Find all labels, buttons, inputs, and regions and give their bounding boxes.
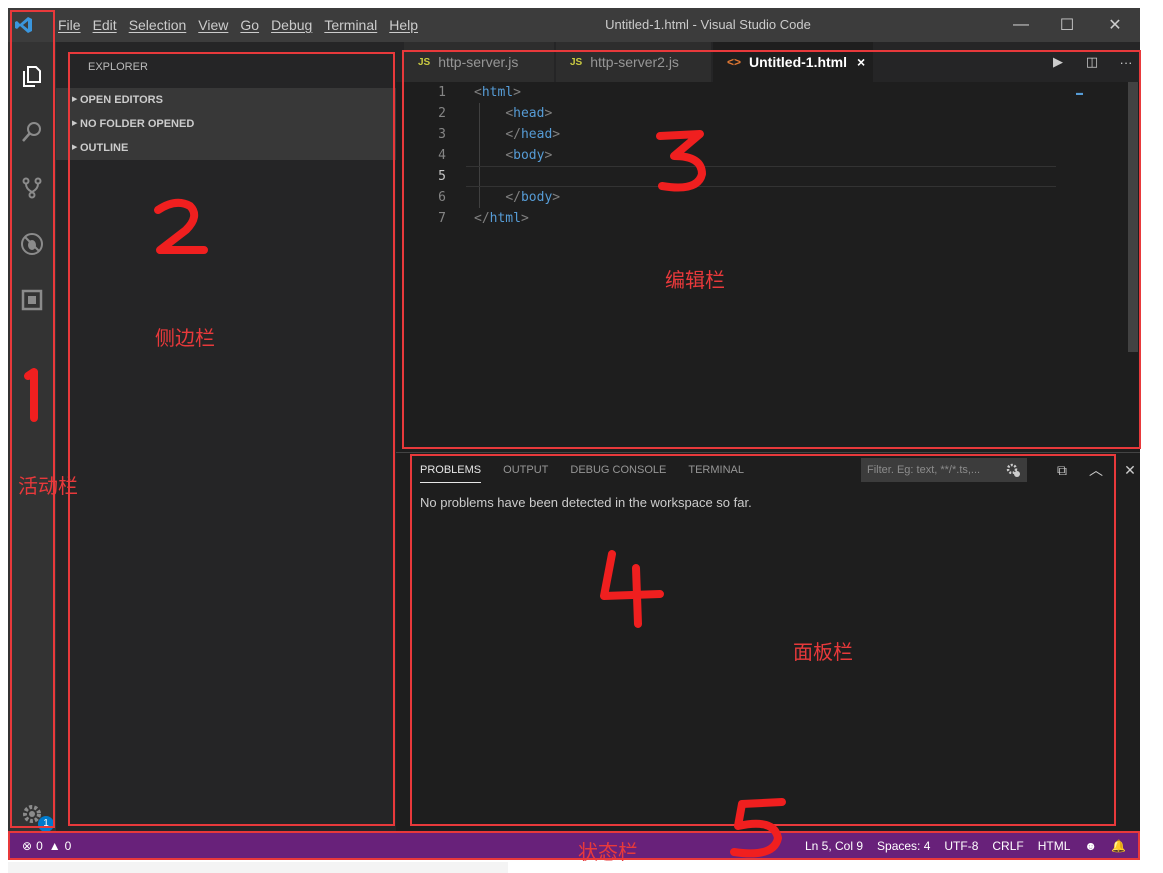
- menu-bar: File Edit Selection View Go Debug Termin…: [52, 8, 424, 42]
- annotation-number-two-icon: [154, 198, 208, 254]
- page-strip: [8, 862, 508, 873]
- close-panel-icon[interactable]: ✕: [1120, 459, 1140, 481]
- annotation-label-status-bar: 状态栏: [578, 840, 638, 864]
- menu-debug[interactable]: Debug: [265, 8, 318, 42]
- annotation-number-three-icon: [656, 130, 706, 192]
- menu-selection[interactable]: Selection: [123, 8, 193, 42]
- menu-go[interactable]: Go: [234, 8, 265, 42]
- annotation-label-panel: 面板栏: [793, 640, 853, 664]
- menu-edit[interactable]: Edit: [87, 8, 123, 42]
- title-bar: File Edit Selection View Go Debug Termin…: [8, 8, 1140, 42]
- annotation-box-status-bar: [8, 831, 1140, 860]
- annotation-label-activity-bar: 活动栏: [18, 474, 78, 498]
- menu-terminal[interactable]: Terminal: [318, 8, 383, 42]
- annotation-number-five-icon: [730, 798, 786, 858]
- annotation-label-editor: 编辑栏: [665, 268, 725, 292]
- annotation-box-sidebar: [68, 52, 395, 826]
- menu-file[interactable]: File: [52, 8, 87, 42]
- annotation-label-sidebar: 侧边栏: [155, 326, 215, 350]
- window-title: Untitled-1.html - Visual Studio Code: [605, 17, 811, 32]
- menu-help[interactable]: Help: [383, 8, 424, 42]
- maximize-button[interactable]: ☐: [1044, 8, 1090, 42]
- annotation-box-editor: [402, 50, 1141, 449]
- annotation-number-one-icon: [24, 368, 38, 422]
- menu-view[interactable]: View: [192, 8, 234, 42]
- close-window-button[interactable]: ✕: [1092, 8, 1138, 42]
- annotation-box-panel: [410, 454, 1116, 826]
- minimize-button[interactable]: —: [998, 8, 1044, 42]
- annotation-number-four-icon: [600, 550, 664, 628]
